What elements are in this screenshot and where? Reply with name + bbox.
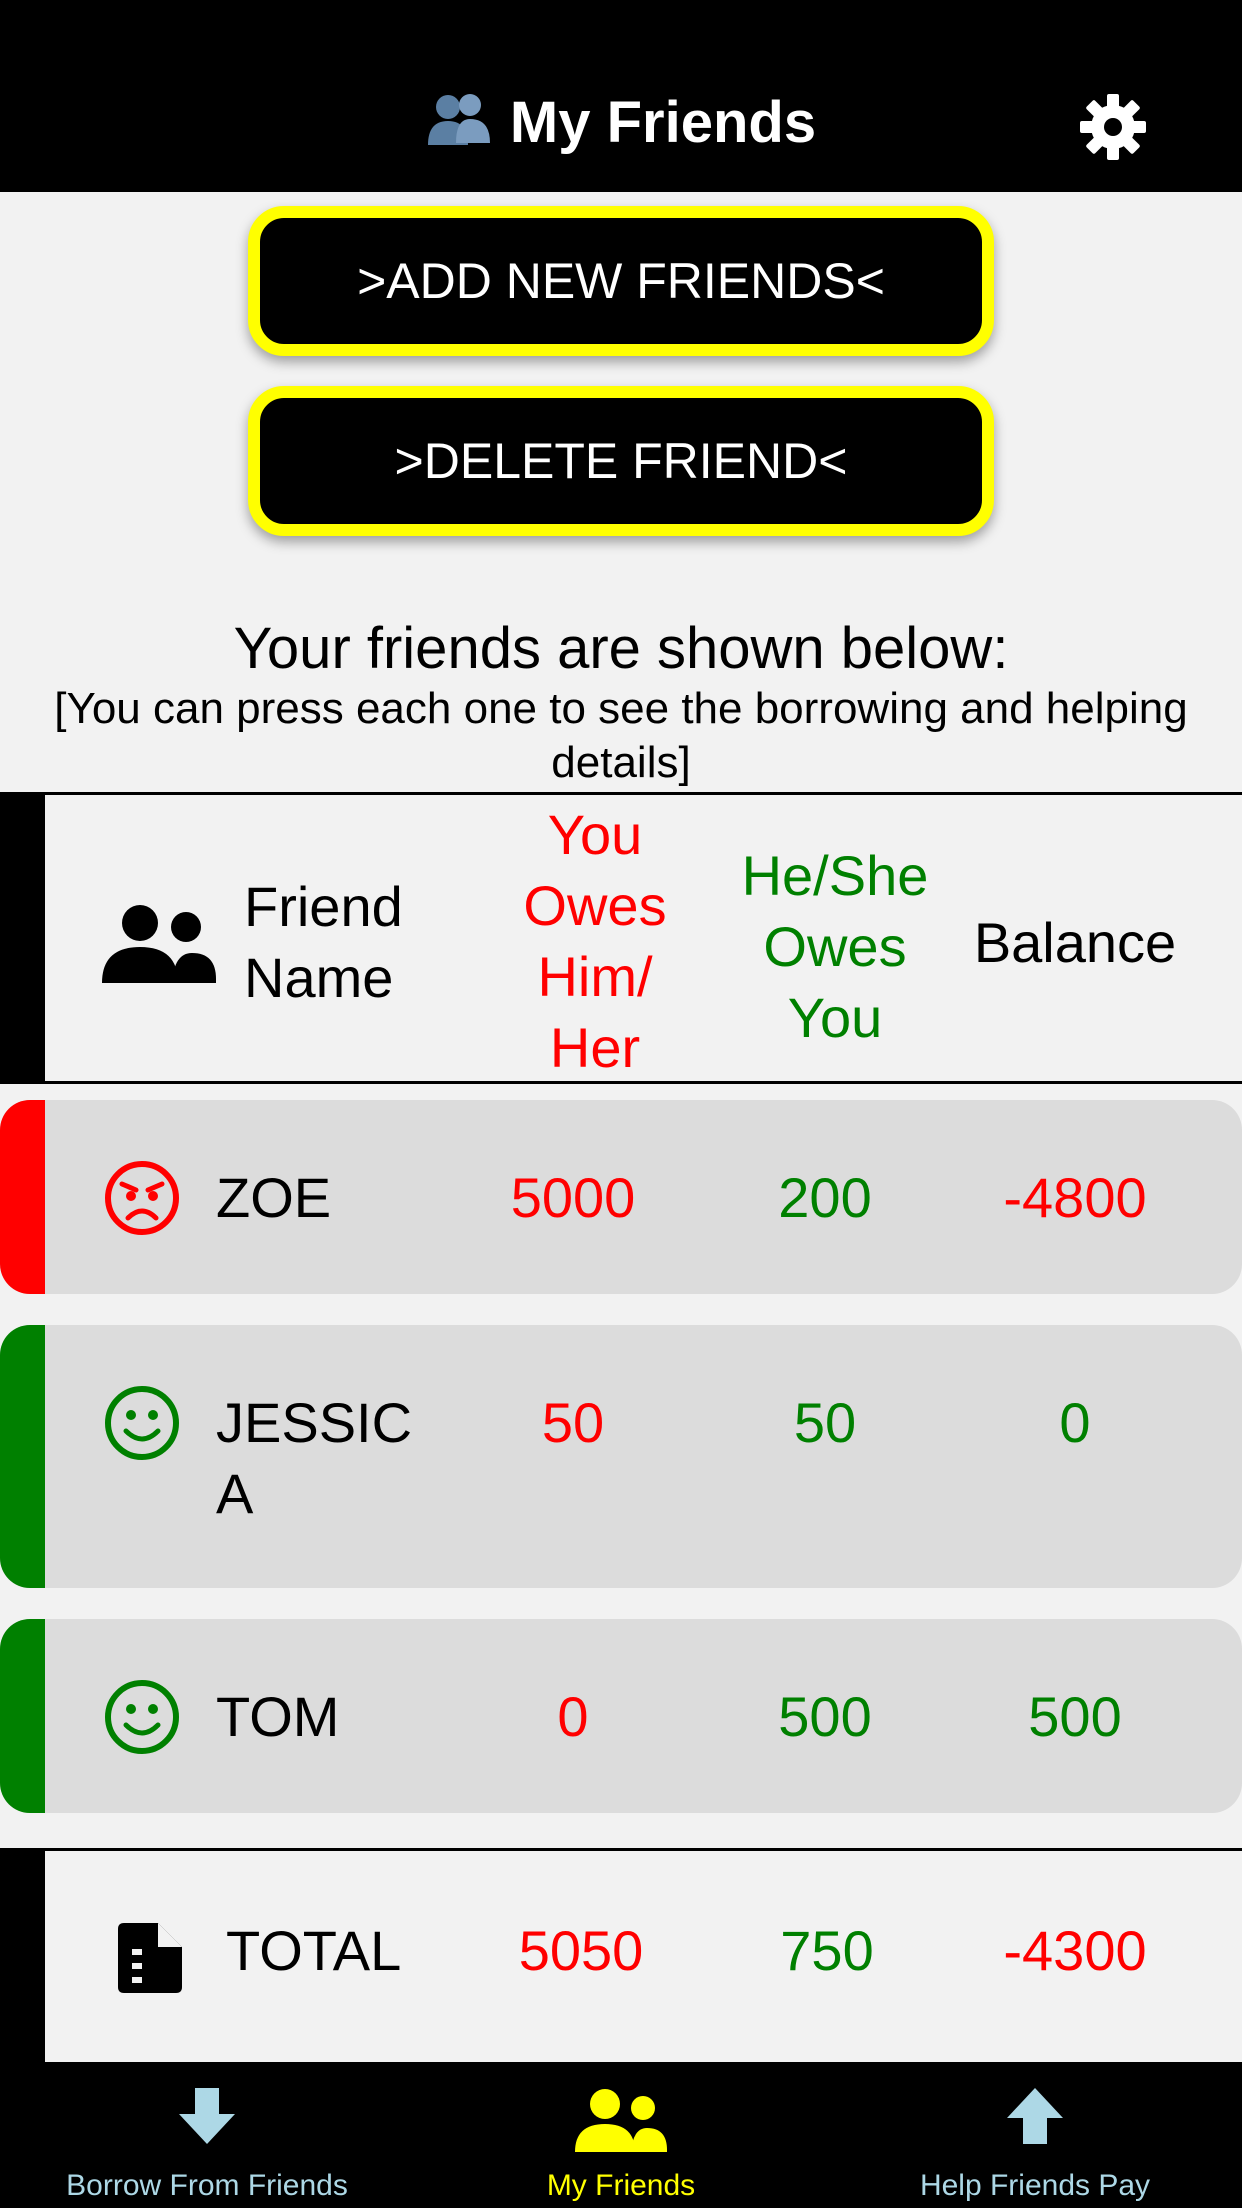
angry-face-icon [104, 1160, 180, 1236]
column-header-they-owe: He/She Owes You [741, 844, 929, 1049]
document-icon [114, 1923, 184, 1998]
tab-label: My Friends [546, 2169, 696, 2202]
friend-name: ZOE [216, 1166, 332, 1229]
tab-borrow-from-friends[interactable]: Borrow From Friends [0, 2062, 414, 2208]
arrow-down-icon [0, 2088, 414, 2149]
column-header-balance: Balance [973, 911, 1177, 974]
column-header-you-owe: You Owes Him/ Her [523, 803, 667, 1079]
status-bar [0, 1325, 45, 1588]
friends-intro-hint: [You can press each one to see the borro… [54, 684, 1188, 787]
you-owe-value: 0 [557, 1685, 589, 1748]
they-owe-value: 200 [778, 1166, 872, 1229]
they-owe-value: 500 [778, 1685, 872, 1748]
people-icon [414, 2088, 828, 2157]
total-balance: -4300 [1003, 1919, 1147, 1982]
friend-row-zoe[interactable]: ZOE 5000 200 -4800 [0, 1100, 1242, 1294]
total-label: TOTAL [226, 1919, 402, 1982]
balance-value: 0 [1059, 1391, 1091, 1454]
friend-name: JESSIC A [216, 1391, 413, 1525]
friend-row-tom[interactable]: TOM 0 500 500 [0, 1619, 1242, 1813]
bottom-tab-bar: Borrow From Friends My Friends Help Frie… [0, 2062, 1242, 2208]
gear-icon[interactable] [1078, 92, 1148, 162]
page-title-container: My Friends [0, 88, 1242, 158]
friend-row-jessica[interactable]: JESSIC A 50 50 0 [0, 1325, 1242, 1588]
total-row: TOTAL 5050 750 -4300 [0, 1848, 1242, 2062]
happy-face-icon [104, 1679, 180, 1755]
tab-label: Borrow From Friends [66, 2169, 348, 2202]
total-they-owe: 750 [780, 1919, 874, 1982]
friends-intro-heading: Your friends are shown below: [233, 616, 1009, 681]
tab-my-friends[interactable]: My Friends [414, 2062, 828, 2208]
column-header-friend-name: Friend Name [244, 875, 403, 1009]
total-you-owe: 5050 [518, 1919, 644, 1982]
tab-help-friends-pay[interactable]: Help Friends Pay [828, 2062, 1242, 2208]
tab-label: Help Friends Pay [919, 2169, 1151, 2202]
delete-friend-button[interactable]: >DELETE FRIEND< [248, 386, 994, 536]
friend-name: TOM [216, 1685, 340, 1748]
arrow-up-icon [828, 2088, 1242, 2149]
table-header: Friend Name You Owes Him/ Her He/She Owe… [0, 792, 1242, 1084]
top-navigation-bar: My Friends [0, 0, 1242, 192]
you-owe-value: 5000 [510, 1166, 636, 1229]
balance-value: -4800 [1003, 1166, 1147, 1229]
page-title: My Friends [509, 90, 817, 155]
total-side-bar [0, 1851, 45, 2062]
add-new-friends-button[interactable]: >ADD NEW FRIENDS< [248, 206, 994, 356]
happy-face-icon [104, 1385, 180, 1461]
you-owe-value: 50 [541, 1391, 605, 1454]
status-bar [0, 1100, 45, 1294]
they-owe-value: 50 [793, 1391, 857, 1454]
status-bar [0, 1619, 45, 1813]
people-icon [426, 91, 492, 163]
balance-value: 500 [1028, 1685, 1122, 1748]
people-icon [102, 903, 216, 988]
header-side-bar [0, 795, 45, 1081]
